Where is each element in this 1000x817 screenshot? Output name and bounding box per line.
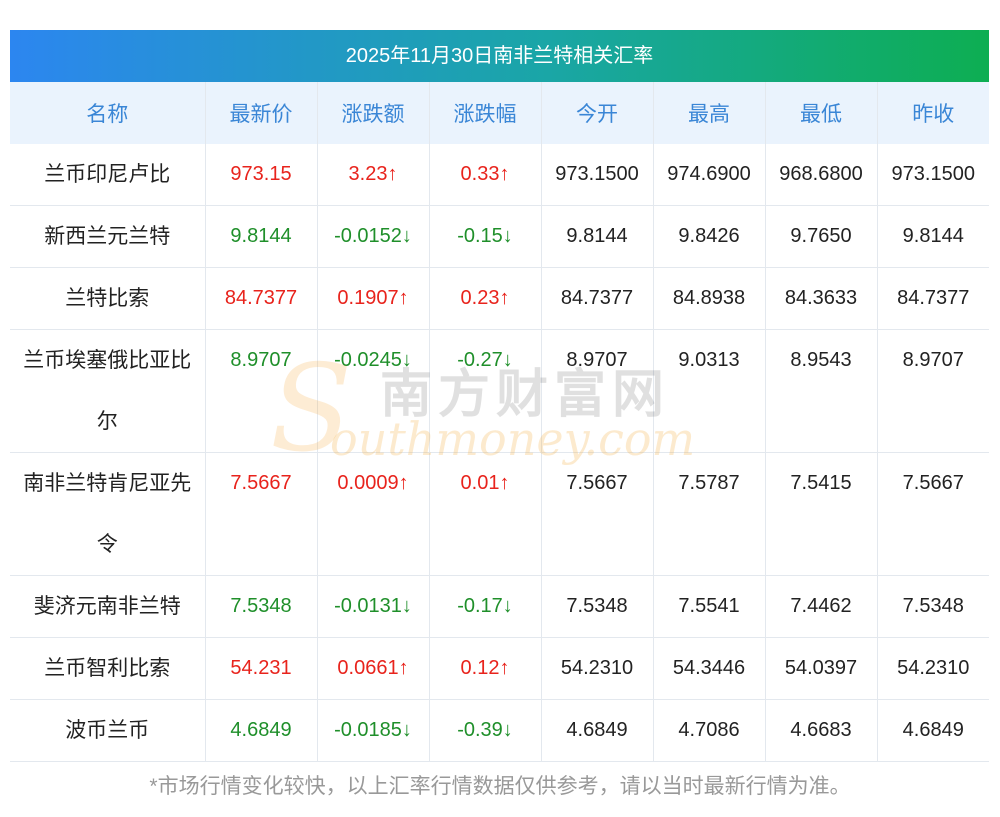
- cell-low: 54.0397: [765, 637, 878, 700]
- cell-pct: 0.33↑: [429, 144, 542, 206]
- cell-change: 3.23↑: [317, 144, 430, 206]
- cell-low: 968.6800: [765, 144, 878, 206]
- cell-change: -0.0185↓: [317, 699, 430, 762]
- table-row: 波币兰币 4.6849 -0.0185↓ -0.39↓ 4.6849 4.7086 4.66…: [10, 699, 989, 762]
- cell-name[interactable]: 斐济元南非兰特: [10, 575, 206, 638]
- cell-name[interactable]: 兰特比索: [10, 267, 206, 330]
- table-row: 兰特比索 84.7377 0.1907↑ 0.23↑ 84.7377 84.8938 84.…: [10, 267, 989, 330]
- cell-latest: 7.5348: [205, 575, 318, 638]
- col-header-high: 最高: [653, 82, 766, 144]
- cell-change: -0.0245↓: [317, 329, 430, 453]
- cell-name[interactable]: 兰币智利比索: [10, 637, 206, 700]
- cell-high: 84.8938: [653, 267, 766, 330]
- cell-pct: -0.15↓: [429, 205, 542, 268]
- table-row: 南非兰特肯尼亚先令 7.5667 0.0009↑ 0.01↑ 7.5667 7.5787 7…: [10, 452, 989, 576]
- cell-open: 84.7377: [541, 267, 654, 330]
- cell-low: 8.9543: [765, 329, 878, 453]
- cell-latest: 9.8144: [205, 205, 318, 268]
- col-header-prev: 昨收: [877, 82, 989, 144]
- table-row: 斐济元南非兰特 7.5348 -0.0131↓ -0.17↓ 7.5348 7.5541 7…: [10, 575, 989, 638]
- table-title: 2025年11月30日南非兰特相关汇率: [10, 30, 989, 82]
- header-row: 名称 最新价 涨跌额 涨跌幅 今开 最高 最低 昨收: [10, 82, 989, 144]
- col-header-name: 名称: [10, 82, 206, 144]
- cell-pct: 0.23↑: [429, 267, 542, 330]
- cell-high: 9.0313: [653, 329, 766, 453]
- cell-low: 4.6683: [765, 699, 878, 762]
- table-row: 新西兰元兰特 9.8144 -0.0152↓ -0.15↓ 9.8144 9.8426 9.…: [10, 205, 989, 268]
- cell-pct: -0.27↓: [429, 329, 542, 453]
- col-header-pct: 涨跌幅: [429, 82, 542, 144]
- cell-pct: -0.39↓: [429, 699, 542, 762]
- cell-high: 7.5787: [653, 452, 766, 576]
- cell-open: 9.8144: [541, 205, 654, 268]
- cell-high: 54.3446: [653, 637, 766, 700]
- cell-low: 7.5415: [765, 452, 878, 576]
- cell-prev: 7.5667: [877, 452, 989, 576]
- cell-open: 54.2310: [541, 637, 654, 700]
- cell-open: 973.1500: [541, 144, 654, 206]
- cell-name[interactable]: 波币兰币: [10, 699, 206, 762]
- cell-change: -0.0152↓: [317, 205, 430, 268]
- rate-table: 名称 最新价 涨跌额 涨跌幅 今开 最高 最低 昨收 兰币印尼卢比 973.15 3…: [10, 82, 989, 762]
- cell-prev: 4.6849: [877, 699, 989, 762]
- cell-latest: 8.9707: [205, 329, 318, 453]
- cell-low: 7.4462: [765, 575, 878, 638]
- cell-name[interactable]: 南非兰特肯尼亚先令: [10, 452, 206, 576]
- cell-change: 0.0661↑: [317, 637, 430, 700]
- col-header-change: 涨跌额: [317, 82, 430, 144]
- cell-latest: 54.231: [205, 637, 318, 700]
- cell-open: 8.9707: [541, 329, 654, 453]
- cell-pct: 0.12↑: [429, 637, 542, 700]
- cell-name[interactable]: 新西兰元兰特: [10, 205, 206, 268]
- cell-high: 4.7086: [653, 699, 766, 762]
- rate-table-panel: 2025年11月30日南非兰特相关汇率 名称 最新价 涨跌额 涨跌幅 今开 最高…: [10, 30, 989, 762]
- table-row: 兰币智利比索 54.231 0.0661↑ 0.12↑ 54.2310 54.3446 54…: [10, 637, 989, 700]
- table-row: 兰币印尼卢比 973.15 3.23↑ 0.33↑ 973.1500 974.6900 96…: [10, 144, 989, 206]
- cell-open: 7.5348: [541, 575, 654, 638]
- col-header-latest: 最新价: [205, 82, 318, 144]
- col-header-low: 最低: [765, 82, 878, 144]
- cell-prev: 54.2310: [877, 637, 989, 700]
- cell-open: 4.6849: [541, 699, 654, 762]
- cell-name[interactable]: 兰币埃塞俄比亚比尔: [10, 329, 206, 453]
- cell-latest: 7.5667: [205, 452, 318, 576]
- col-header-open: 今开: [541, 82, 654, 144]
- cell-open: 7.5667: [541, 452, 654, 576]
- cell-change: -0.0131↓: [317, 575, 430, 638]
- cell-latest: 973.15: [205, 144, 318, 206]
- cell-name[interactable]: 兰币印尼卢比: [10, 144, 206, 206]
- table-row: 兰币埃塞俄比亚比尔 8.9707 -0.0245↓ -0.27↓ 8.9707 9.031…: [10, 329, 989, 453]
- cell-prev: 8.9707: [877, 329, 989, 453]
- cell-prev: 7.5348: [877, 575, 989, 638]
- cell-latest: 84.7377: [205, 267, 318, 330]
- cell-prev: 84.7377: [877, 267, 989, 330]
- cell-pct: -0.17↓: [429, 575, 542, 638]
- cell-latest: 4.6849: [205, 699, 318, 762]
- cell-pct: 0.01↑: [429, 452, 542, 576]
- cell-prev: 9.8144: [877, 205, 989, 268]
- cell-high: 9.8426: [653, 205, 766, 268]
- disclaimer-footer: *市场行情变化较快，以上汇率行情数据仅供参考，请以当时最新行情为准。: [149, 775, 851, 798]
- cell-high: 974.6900: [653, 144, 766, 206]
- cell-low: 84.3633: [765, 267, 878, 330]
- cell-high: 7.5541: [653, 575, 766, 638]
- cell-low: 9.7650: [765, 205, 878, 268]
- cell-change: 0.0009↑: [317, 452, 430, 576]
- cell-change: 0.1907↑: [317, 267, 430, 330]
- cell-prev: 973.1500: [877, 144, 989, 206]
